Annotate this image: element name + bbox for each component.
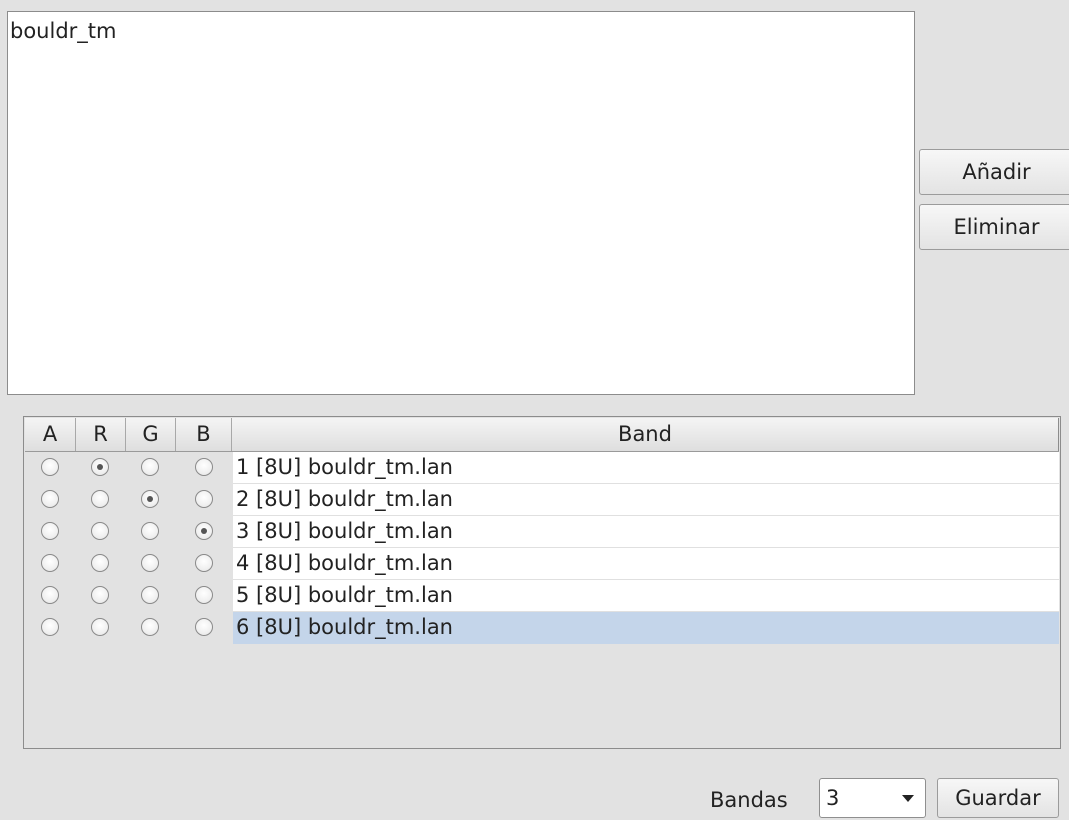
table-row[interactable]: 5 [8U] bouldr_tm.lan <box>25 580 1059 612</box>
alpha-radio[interactable] <box>41 618 59 636</box>
column-header-band[interactable]: Band <box>232 418 1059 451</box>
band-table: A R G B Band 1 [8U] bouldr_tm.lan 2 [8U]… <box>25 418 1059 644</box>
blue-radio[interactable] <box>195 522 213 540</box>
chevron-down-icon[interactable] <box>902 795 914 802</box>
bands-select-value: 3 <box>826 786 840 810</box>
band-name-cell[interactable]: 4 [8U] bouldr_tm.lan <box>233 548 1059 580</box>
green-radio[interactable] <box>141 490 159 508</box>
blue-radio[interactable] <box>195 458 213 476</box>
table-row[interactable]: 6 [8U] bouldr_tm.lan <box>25 612 1059 644</box>
column-header-b[interactable]: B <box>176 418 232 451</box>
red-radio[interactable] <box>91 618 109 636</box>
band-name-cell[interactable]: 1 [8U] bouldr_tm.lan <box>233 452 1059 484</box>
blue-radio[interactable] <box>195 586 213 604</box>
band-name-cell[interactable]: 5 [8U] bouldr_tm.lan <box>233 580 1059 612</box>
red-radio[interactable] <box>91 522 109 540</box>
table-header: A R G B Band <box>25 418 1059 452</box>
table-row[interactable]: 4 [8U] bouldr_tm.lan <box>25 548 1059 580</box>
alpha-radio[interactable] <box>41 522 59 540</box>
layer-list-item[interactable]: bouldr_tm <box>10 17 116 45</box>
add-button[interactable]: Añadir <box>919 149 1069 195</box>
blue-radio[interactable] <box>195 618 213 636</box>
column-header-g[interactable]: G <box>126 418 176 451</box>
save-button[interactable]: Guardar <box>937 778 1059 818</box>
green-radio[interactable] <box>141 586 159 604</box>
remove-button[interactable]: Eliminar <box>919 204 1069 250</box>
red-radio[interactable] <box>91 458 109 476</box>
column-header-r[interactable]: R <box>76 418 126 451</box>
table-row[interactable]: 3 [8U] bouldr_tm.lan <box>25 516 1059 548</box>
alpha-radio[interactable] <box>41 458 59 476</box>
green-radio[interactable] <box>141 458 159 476</box>
blue-radio[interactable] <box>195 554 213 572</box>
band-selection-panel: bouldr_tm Añadir Eliminar A R G B Band 1… <box>0 0 1069 820</box>
band-name-cell[interactable]: 3 [8U] bouldr_tm.lan <box>233 516 1059 548</box>
band-table-container: A R G B Band 1 [8U] bouldr_tm.lan 2 [8U]… <box>23 416 1061 749</box>
alpha-radio[interactable] <box>41 490 59 508</box>
band-name-cell[interactable]: 6 [8U] bouldr_tm.lan <box>233 612 1059 644</box>
blue-radio[interactable] <box>195 490 213 508</box>
band-name-cell[interactable]: 2 [8U] bouldr_tm.lan <box>233 484 1059 516</box>
red-radio[interactable] <box>91 490 109 508</box>
table-row[interactable]: 2 [8U] bouldr_tm.lan <box>25 484 1059 516</box>
alpha-radio[interactable] <box>41 586 59 604</box>
column-header-a[interactable]: A <box>25 418 76 451</box>
green-radio[interactable] <box>141 522 159 540</box>
table-row[interactable]: 1 [8U] bouldr_tm.lan <box>25 452 1059 484</box>
green-radio[interactable] <box>141 554 159 572</box>
bands-select[interactable]: 3 <box>819 778 926 818</box>
alpha-radio[interactable] <box>41 554 59 572</box>
layer-list[interactable]: bouldr_tm <box>7 11 915 395</box>
green-radio[interactable] <box>141 618 159 636</box>
red-radio[interactable] <box>91 586 109 604</box>
bands-label: Bandas <box>710 788 788 812</box>
red-radio[interactable] <box>91 554 109 572</box>
